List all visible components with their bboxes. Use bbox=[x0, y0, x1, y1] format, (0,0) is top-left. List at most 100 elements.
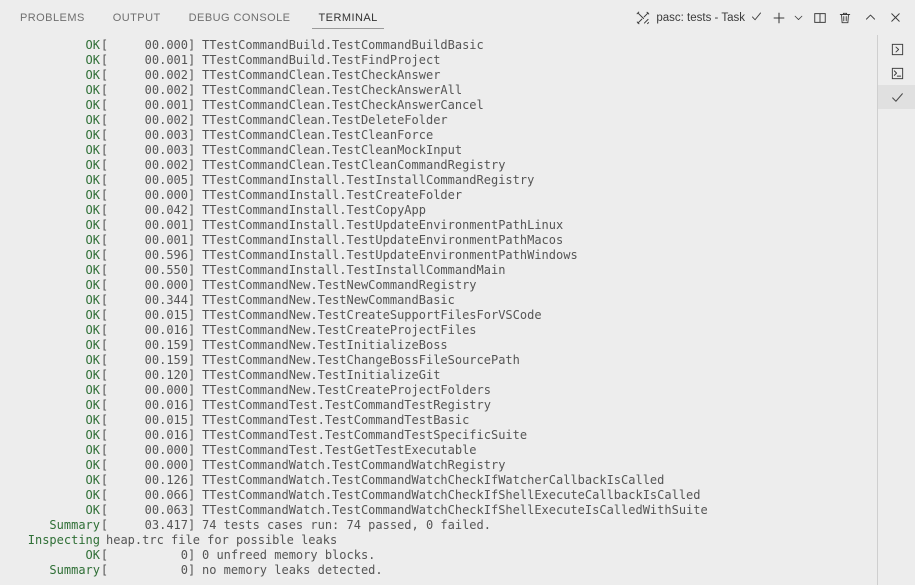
kill-terminal-button[interactable] bbox=[834, 7, 856, 29]
terminal-line-message: heap.trc file for possible leaks bbox=[106, 533, 338, 547]
terminal-line-message: TTestCommandTest.TestCommandTestBasic bbox=[202, 413, 470, 427]
tab-problems[interactable]: PROBLEMS bbox=[10, 0, 95, 35]
terminal-line-status: OK bbox=[85, 383, 100, 397]
terminal-line-message: TTestCommandInstall.TestUpdateEnvironmen… bbox=[202, 248, 578, 262]
terminal-line-status: OK bbox=[85, 413, 100, 427]
terminal-line-message: TTestCommandClean.TestCheckAnswerAll bbox=[202, 83, 463, 97]
terminal-line: OK[00.002] TTestCommandClean.TestCleanCom… bbox=[0, 158, 877, 173]
terminal-line-bracket-close: ] bbox=[188, 203, 196, 217]
terminal-line-bracket-close: ] bbox=[188, 68, 196, 82]
terminal-line: OK[00.344] TTestCommandNew.TestNewCommand… bbox=[0, 293, 877, 308]
terminal-line-message: TTestCommandWatch.TestCommandWatchCheckI… bbox=[202, 503, 708, 517]
terminal-line-status: OK bbox=[85, 38, 100, 52]
terminal-line-duration: 00.016 bbox=[144, 398, 188, 412]
terminal-line-duration: 00.002 bbox=[144, 83, 188, 97]
terminal-line-status: OK bbox=[85, 233, 100, 247]
terminal-line: OK[00.016] TTestCommandNew.TestCreateProj… bbox=[0, 323, 877, 338]
terminal-line-message: TTestCommandTest.TestGetTestExecutable bbox=[202, 443, 477, 457]
terminal-line-status: OK bbox=[85, 68, 100, 82]
close-panel-button[interactable] bbox=[884, 7, 906, 29]
terminal-line-bracket-open: [ bbox=[100, 278, 109, 292]
terminal-line-status: OK bbox=[85, 248, 100, 262]
terminal-line-bracket-open: [ bbox=[100, 173, 109, 187]
terminal-line-bracket-close: ] bbox=[188, 143, 196, 157]
terminal-line-duration: 00.000 bbox=[144, 443, 188, 457]
new-terminal-button[interactable] bbox=[768, 7, 790, 29]
terminal-line-message: TTestCommandInstall.TestInstallCommandRe… bbox=[202, 173, 535, 187]
terminal-line-message: TTestCommandNew.TestChangeBossFileSource… bbox=[202, 353, 520, 367]
terminal-line-bracket-open: [ bbox=[100, 518, 109, 532]
maximize-panel-button[interactable] bbox=[859, 7, 881, 29]
terminal-line-duration: 00.016 bbox=[144, 428, 188, 442]
tab-terminal[interactable]: TERMINAL bbox=[308, 0, 387, 35]
terminal-line-duration: 00.042 bbox=[144, 203, 188, 217]
terminal-output[interactable]: OK[00.000] TTestCommandBuild.TestCommandB… bbox=[0, 35, 877, 585]
terminal-line: OK[00.550] TTestCommandInstall.TestInstal… bbox=[0, 263, 877, 278]
terminal-line-bracket-open: [ bbox=[100, 488, 109, 502]
terminal-line-bracket-close: ] bbox=[188, 218, 196, 232]
terminal-line-duration: 00.005 bbox=[144, 173, 188, 187]
terminal-line-bracket-open: [ bbox=[100, 503, 109, 517]
terminal-line-message: TTestCommandNew.TestInitializeBoss bbox=[202, 338, 448, 352]
terminal-line-status: OK bbox=[85, 338, 100, 352]
terminal-line-bracket-open: [ bbox=[100, 203, 109, 217]
terminal-line-bracket-open: [ bbox=[100, 83, 109, 97]
terminal-line-bracket-close: ] bbox=[188, 293, 196, 307]
terminal-line-bracket-close: ] bbox=[188, 428, 196, 442]
terminal-line-bracket-close: ] bbox=[188, 263, 196, 277]
terminal-selector[interactable]: pasc: tests - Task bbox=[636, 7, 765, 29]
terminal-line-status: OK bbox=[85, 293, 100, 307]
check-icon bbox=[750, 10, 763, 26]
terminal-line-bracket-close: ] bbox=[188, 368, 196, 382]
terminal-line: OK[00.000] TTestCommandWatch.TestCommandW… bbox=[0, 458, 877, 473]
terminal-line-message: TTestCommandWatch.TestCommandWatchCheckI… bbox=[202, 473, 665, 487]
split-terminal-button[interactable] bbox=[809, 7, 831, 29]
terminal-line: OK[00.002] TTestCommandClean.TestCheckAns… bbox=[0, 68, 877, 83]
terminal-box-icon bbox=[890, 66, 905, 81]
terminal-line-duration: 00.015 bbox=[144, 308, 188, 322]
terminal-line-bracket-close: ] bbox=[188, 83, 196, 97]
terminal-task-label: pasc: tests - Task bbox=[656, 11, 745, 24]
new-terminal-dropdown-button[interactable] bbox=[790, 7, 806, 29]
terminal-line-duration: 0 bbox=[180, 563, 188, 577]
terminal-line-bracket-open: [ bbox=[100, 293, 109, 307]
terminal-line-bracket-close: ] bbox=[188, 53, 196, 67]
sidebar-item-task-check[interactable] bbox=[878, 85, 915, 109]
terminal-line-duration: 00.002 bbox=[144, 68, 188, 82]
terminal-line-message: TTestCommandNew.TestCreateProjectFiles bbox=[202, 323, 477, 337]
terminal-line: OK[00.003] TTestCommandClean.TestCleanFor… bbox=[0, 128, 877, 143]
terminal-line-bracket-close: ] bbox=[188, 338, 196, 352]
terminal-line-duration: 00.001 bbox=[144, 53, 188, 67]
terminal-line-bracket-open: [ bbox=[100, 128, 109, 142]
terminal-line-status: OK bbox=[85, 98, 100, 112]
terminal-line-duration: 00.000 bbox=[144, 383, 188, 397]
terminal-line: OK[00.159] TTestCommandNew.TestInitialize… bbox=[0, 338, 877, 353]
terminal-line: Summary[0] no memory leaks detected. bbox=[0, 563, 877, 578]
terminal-line-bracket-close: ] bbox=[188, 413, 196, 427]
terminal-line-bracket-close: ] bbox=[188, 518, 196, 532]
tab-output[interactable]: OUTPUT bbox=[103, 0, 171, 35]
terminal-line: OK[00.015] TTestCommandNew.TestCreateSupp… bbox=[0, 308, 877, 323]
terminal-line-status: OK bbox=[85, 323, 100, 337]
terminal-line-bracket-close: ] bbox=[188, 563, 196, 577]
terminal-line-duration: 00.001 bbox=[144, 98, 188, 112]
terminal-line-bracket-close: ] bbox=[188, 158, 196, 172]
terminal-line: OK[00.001] TTestCommandBuild.TestFindProj… bbox=[0, 53, 877, 68]
sidebar-item-terminal-task[interactable] bbox=[878, 61, 915, 85]
terminal-line-bracket-close: ] bbox=[188, 383, 196, 397]
tab-debug-console[interactable]: DEBUG CONSOLE bbox=[179, 0, 301, 35]
terminal-line-message: TTestCommandClean.TestCheckAnswer bbox=[202, 68, 441, 82]
terminal-line-message: TTestCommandInstall.TestUpdateEnvironmen… bbox=[202, 218, 564, 232]
sidebar-item-launch-profile[interactable] bbox=[878, 37, 915, 61]
terminal-line-message: no memory leaks detected. bbox=[202, 563, 383, 577]
terminal-line-duration: 00.126 bbox=[144, 473, 188, 487]
terminal-line-bracket-open: [ bbox=[100, 473, 109, 487]
terminal-line-duration: 00.016 bbox=[144, 323, 188, 337]
panel-header: PROBLEMS OUTPUT DEBUG CONSOLE TERMINAL p… bbox=[0, 0, 915, 35]
terminal-line-bracket-open: [ bbox=[100, 248, 109, 262]
terminal-line-bracket-close: ] bbox=[188, 488, 196, 502]
terminal-line-bracket-open: [ bbox=[100, 263, 109, 277]
terminal-line-status: Summary bbox=[49, 518, 100, 532]
terminal-line-duration: 03.417 bbox=[144, 518, 188, 532]
terminal-line-bracket-open: [ bbox=[100, 188, 109, 202]
